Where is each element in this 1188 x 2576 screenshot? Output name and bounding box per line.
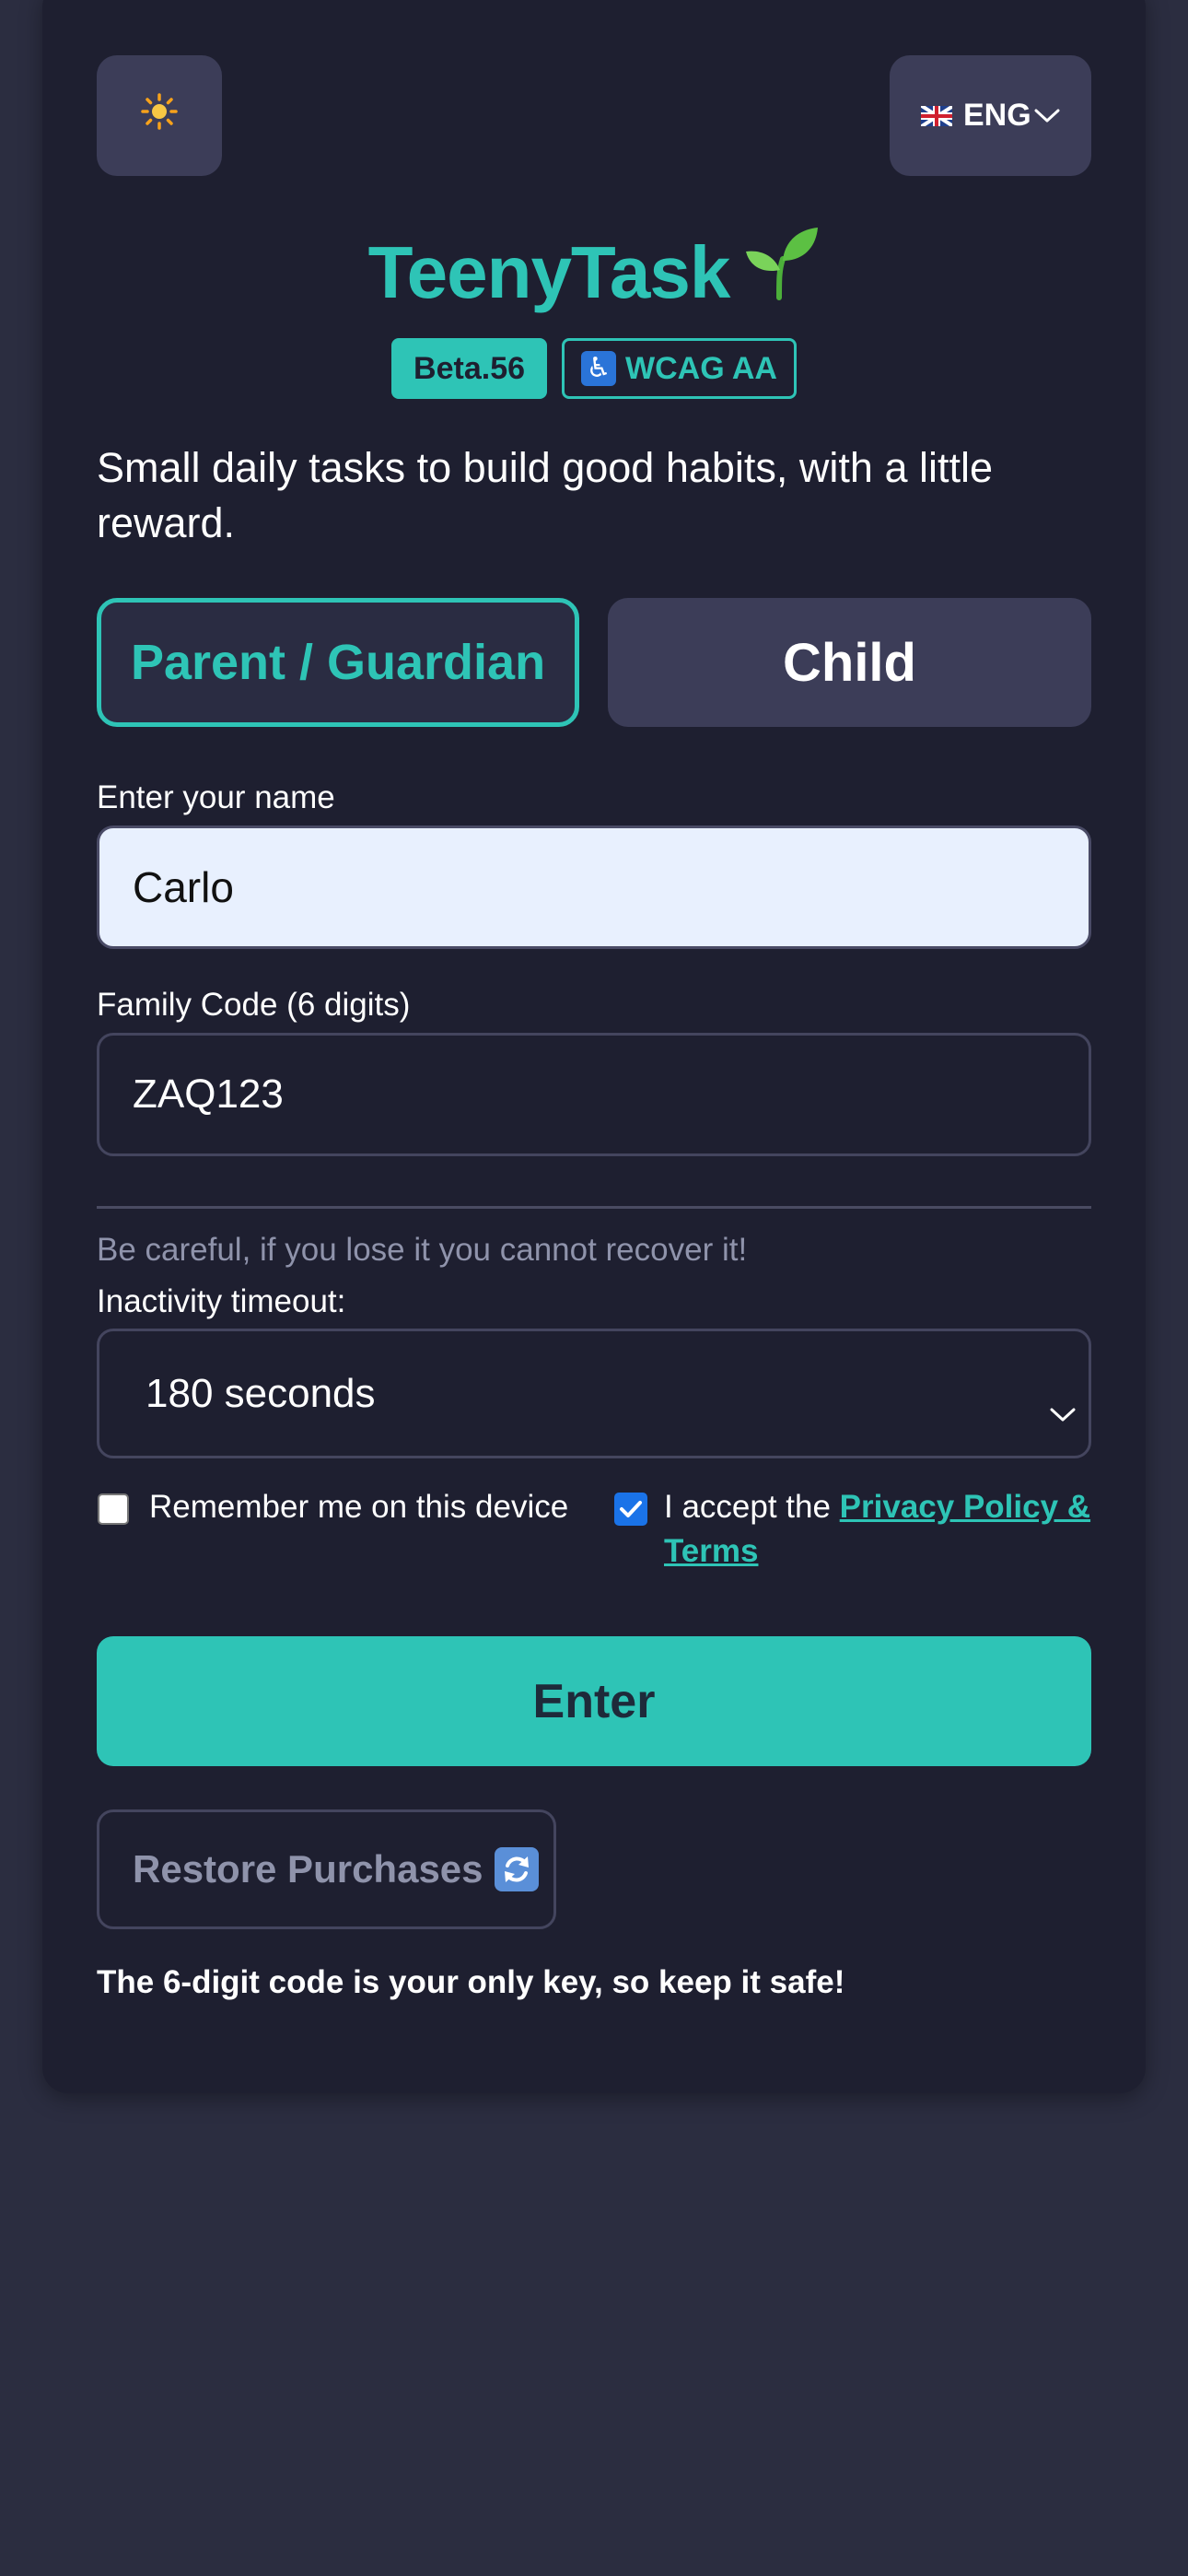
refresh-icon	[494, 1847, 539, 1891]
wcag-badge-label: WCAG AA	[625, 351, 777, 386]
restore-purchases-button[interactable]: Restore Purchases	[97, 1809, 556, 1929]
role-child-button[interactable]: Child	[608, 598, 1091, 727]
app-title: TeenyTask	[0, 228, 1188, 326]
timeout-select[interactable]: 180 seconds	[97, 1329, 1091, 1458]
accept-terms-label: I accept the Privacy Policy & Terms	[664, 1485, 1093, 1574]
accept-terms-row: I accept the Privacy Policy & Terms	[614, 1489, 1093, 1574]
badge-row: Beta.56 ♿ WCAG AA	[0, 338, 1188, 399]
family-code-input[interactable]: ZAQ123	[97, 1033, 1091, 1156]
family-code-label: Family Code (6 digits)	[97, 987, 411, 1023]
wheelchair-icon: ♿	[581, 351, 617, 386]
enter-button-label: Enter	[532, 1674, 656, 1728]
remember-me-row: Remember me on this device	[98, 1489, 568, 1529]
language-label: ENG	[963, 98, 1031, 133]
restore-purchases-label: Restore Purchases	[133, 1847, 483, 1891]
timeout-select-value: 180 seconds	[146, 1370, 376, 1416]
language-selector[interactable]: ENG	[890, 55, 1091, 176]
theme-toggle-button[interactable]	[97, 55, 222, 176]
divider	[97, 1206, 1091, 1209]
remember-me-label[interactable]: Remember me on this device	[149, 1485, 568, 1529]
uk-flag-icon	[921, 105, 952, 126]
role-parent-label: Parent / Guardian	[130, 635, 546, 690]
footer-note: The 6-digit code is your only key, so ke…	[97, 1964, 845, 2000]
version-badge: Beta.56	[391, 338, 548, 399]
enter-button[interactable]: Enter	[97, 1636, 1091, 1766]
chevron-down-icon	[1050, 1387, 1076, 1433]
accept-terms-prefix: I accept the	[664, 1489, 840, 1525]
timeout-label: Inactivity timeout:	[97, 1283, 346, 1319]
name-label: Enter your name	[97, 779, 335, 815]
role-parent-button[interactable]: Parent / Guardian	[97, 598, 579, 727]
role-child-label: Child	[783, 632, 916, 693]
code-warning: Be careful, if you lose it you cannot re…	[97, 1232, 748, 1268]
name-input-value: Carlo	[133, 863, 234, 911]
app-title-text: TeenyTask	[367, 231, 731, 313]
tagline: Small daily tasks to build good habits, …	[97, 444, 993, 546]
chevron-down-icon	[1034, 109, 1060, 128]
sun-icon	[140, 92, 179, 140]
name-input[interactable]: Carlo	[97, 825, 1091, 949]
sprout-icon	[742, 224, 820, 321]
remember-me-checkbox[interactable]	[98, 1493, 129, 1525]
wcag-badge: ♿ WCAG AA	[562, 338, 797, 399]
family-code-value: ZAQ123	[133, 1071, 284, 1117]
accept-terms-checkbox[interactable]	[614, 1493, 647, 1526]
